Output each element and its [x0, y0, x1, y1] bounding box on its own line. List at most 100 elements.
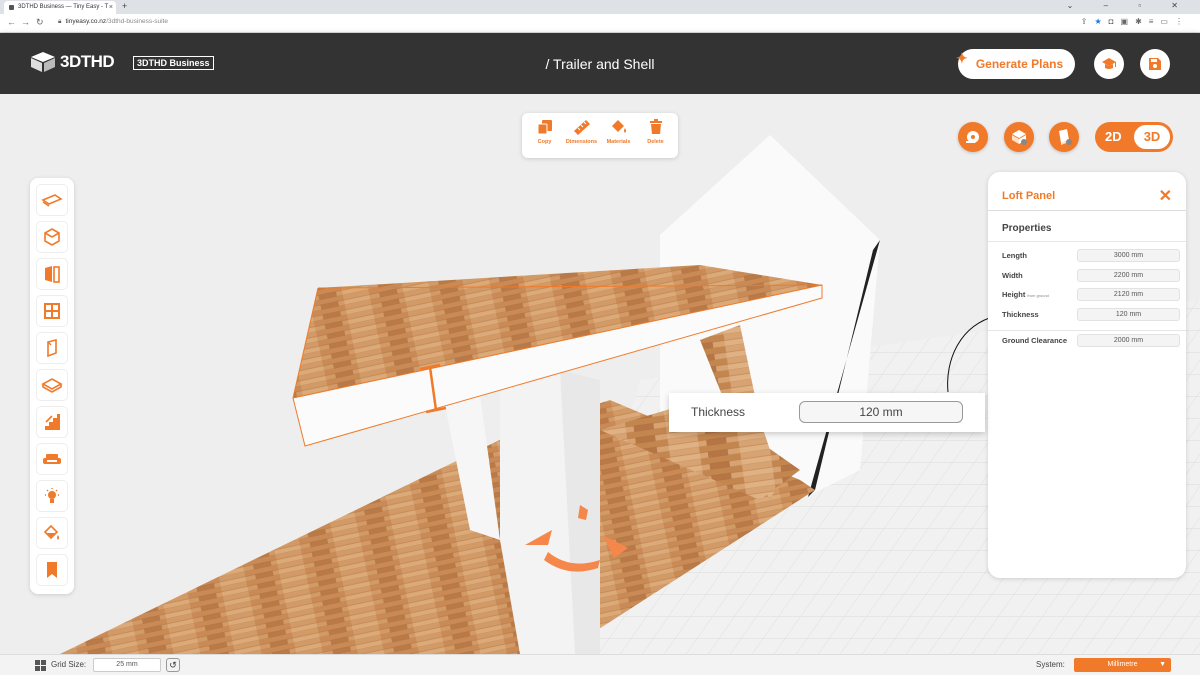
measure-tape-button[interactable]	[958, 122, 988, 152]
toggle-roof-button[interactable]	[1004, 122, 1034, 152]
delete-label: Delete	[647, 139, 664, 145]
property-ground-clearance: Ground Clearance 2000 mm	[1002, 333, 1180, 349]
properties-heading: Properties	[1002, 223, 1052, 234]
window-controls[interactable]: ⌄ – ▫ ✕	[1067, 1, 1192, 10]
copy-button[interactable]: Copy	[527, 119, 563, 158]
section-divider	[988, 241, 1186, 242]
save-icon	[1149, 58, 1161, 70]
ground-clearance-field[interactable]: 2000 mm	[1077, 334, 1180, 347]
materials-tool[interactable]	[36, 517, 68, 549]
height-note: from ground	[1027, 293, 1049, 298]
copy-icon	[537, 120, 552, 135]
chevron-down-icon: ▼	[1159, 661, 1166, 668]
property-width: Width 2200 mm	[1002, 268, 1180, 284]
property-label: Length	[1002, 251, 1027, 260]
shell-tool[interactable]	[36, 221, 68, 253]
wall-visibility-icon	[1059, 129, 1072, 145]
view-3d-option[interactable]: 3D	[1134, 125, 1170, 149]
close-icon[interactable]: ✕	[1159, 186, 1172, 206]
property-length: Length 3000 mm	[1002, 248, 1180, 264]
address-bar-row: ← → ↻ 🔒︎ tinyeasy.co.nz/3dthd-business-su…	[0, 14, 1200, 33]
dimensions-button[interactable]: Dimensions	[564, 119, 600, 158]
new-tab-button[interactable]: +	[122, 1, 127, 11]
delete-button[interactable]: Delete	[638, 119, 674, 158]
thickness-field[interactable]: 120 mm	[1077, 308, 1180, 321]
unit-system-value: Millimetre	[1107, 661, 1138, 668]
length-field[interactable]: 3000 mm	[1077, 249, 1180, 262]
save-button[interactable]	[1140, 49, 1170, 79]
stairs-tool[interactable]	[36, 406, 68, 438]
window-tool[interactable]	[36, 295, 68, 327]
materials-button[interactable]: Materials	[601, 119, 637, 158]
window-icon	[44, 303, 60, 319]
trailer-tool[interactable]	[36, 184, 68, 216]
callout-value: 120 mm	[799, 401, 963, 423]
paint-bucket-icon	[611, 120, 626, 133]
learn-button[interactable]	[1094, 49, 1124, 79]
url-field[interactable]: 🔒︎ tinyeasy.co.nz/3dthd-business-suite	[58, 18, 168, 26]
lightbulb-icon	[45, 488, 59, 503]
status-bar: Grid Size: 25 mm ↺ System: Millimetre ▼	[0, 654, 1200, 675]
trash-icon	[649, 119, 662, 134]
wall-panel-tool[interactable]	[36, 332, 68, 364]
width-field[interactable]: 2200 mm	[1077, 269, 1180, 282]
ruler-icon	[573, 120, 590, 135]
loft-icon	[41, 378, 63, 393]
unit-system-select[interactable]: Millimetre ▼	[1074, 658, 1171, 672]
url-host: tinyeasy.co.nz	[65, 18, 107, 25]
view-mode-toggle[interactable]: 2D 3D	[1095, 122, 1173, 152]
tape-measure-icon	[966, 131, 979, 143]
loft-tool[interactable]	[36, 369, 68, 401]
property-label: Width	[1002, 271, 1023, 280]
bookmark-star-icon[interactable]: ★	[1095, 17, 1109, 26]
trailer-icon	[41, 194, 63, 207]
sparkle-icon: ✦	[956, 50, 968, 66]
property-height: Height from ground 2120 mm	[1002, 287, 1180, 303]
grid-size-label: Grid Size:	[51, 660, 87, 669]
dimensions-label: Dimensions	[565, 139, 598, 145]
view-2d-option[interactable]: 2D	[1105, 129, 1122, 144]
toggle-walls-button[interactable]	[1049, 122, 1079, 152]
lighting-tool[interactable]	[36, 480, 68, 512]
grid-size-input[interactable]: 25 mm	[93, 658, 161, 672]
app-header: 3DTHD 3DTHD Business / Trailer and Shell…	[0, 33, 1200, 94]
properties-panel: Loft Panel ✕ Properties Length 3000 mm W…	[988, 172, 1186, 578]
panel-title: Loft Panel	[1002, 190, 1056, 202]
materials-label: Materials	[606, 139, 631, 145]
wall-panel-icon	[47, 339, 57, 357]
url-path: /3dthd-business-suite	[106, 18, 168, 25]
shell-visibility-icon	[1012, 130, 1027, 145]
height-label: Height	[1002, 290, 1026, 299]
left-toolbar	[30, 178, 74, 594]
bookmark-icon	[47, 562, 57, 578]
height-field[interactable]: 2120 mm	[1077, 288, 1180, 301]
back-icon[interactable]: ←	[7, 17, 16, 27]
furniture-tool[interactable]	[36, 443, 68, 475]
browser-extension-icons[interactable]: ⇪★◘▣✱≡▭⋮	[1081, 17, 1190, 26]
generate-plans-button[interactable]: ✦ Generate Plans	[956, 49, 1075, 79]
callout-label: Thickness	[691, 405, 746, 419]
tab-title: 3DTHD Business — Tiny Easy - T	[18, 4, 109, 10]
sofa-icon	[43, 454, 61, 464]
bookmark-tool[interactable]	[36, 554, 68, 586]
property-label: Height from ground	[1002, 290, 1049, 299]
context-toolbar: Copy Dimensions Materials Delete	[522, 113, 678, 158]
forward-icon[interactable]: →	[21, 17, 30, 27]
door-icon	[45, 266, 60, 283]
browser-tab[interactable]: 3DTHD Business — Tiny Easy - T ×	[4, 1, 116, 14]
generate-plans-label: Generate Plans	[975, 57, 1064, 71]
favicon-icon	[9, 5, 14, 10]
door-tool[interactable]	[36, 258, 68, 290]
tab-close-icon[interactable]: ×	[109, 1, 113, 14]
property-thickness: Thickness 120 mm	[1002, 307, 1180, 323]
stairs-icon	[45, 414, 60, 430]
reset-grid-button[interactable]: ↺	[166, 658, 180, 672]
property-label: Thickness	[1002, 310, 1039, 319]
reload-icon[interactable]: ↻	[36, 17, 44, 28]
grid-icon	[35, 660, 46, 671]
copy-label: Copy	[537, 139, 552, 145]
graduation-cap-icon	[1102, 58, 1116, 69]
lock-icon: 🔒︎	[58, 18, 62, 25]
browser-tab-strip: 3DTHD Business — Tiny Easy - T × + ⌄ – ▫…	[0, 0, 1200, 14]
thickness-callout: Thickness 120 mm	[669, 393, 985, 432]
